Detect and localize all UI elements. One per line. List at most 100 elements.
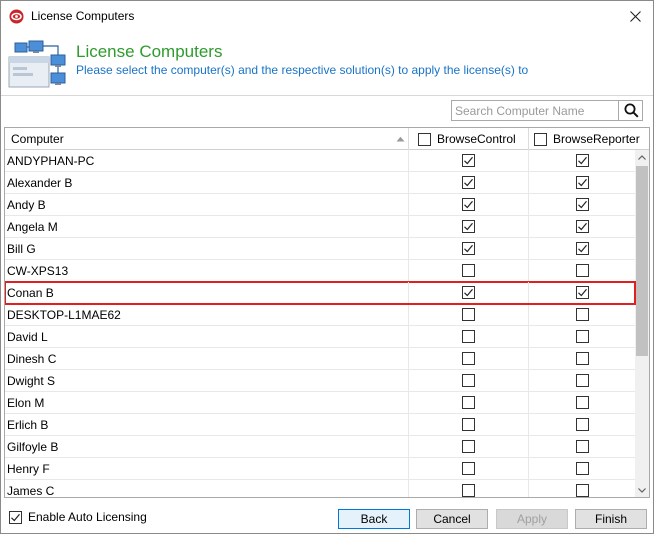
browsereporter-checkbox[interactable] bbox=[575, 352, 589, 365]
browsecontrol-cell bbox=[409, 370, 529, 391]
table-row[interactable]: DESKTOP-L1MAE62 bbox=[5, 304, 635, 326]
close-button[interactable] bbox=[618, 2, 652, 30]
search-input[interactable] bbox=[453, 102, 616, 119]
computer-name: ANDYPHAN-PC bbox=[5, 150, 409, 171]
browsecontrol-checkbox[interactable] bbox=[462, 198, 475, 211]
computer-name: Alexander B bbox=[5, 172, 409, 193]
browsereporter-checkbox[interactable] bbox=[575, 264, 589, 277]
browsecontrol-checkbox[interactable] bbox=[462, 220, 475, 233]
column-header-computer[interactable]: Computer bbox=[5, 128, 409, 150]
license-computers-dialog: License Computers License Computers Plea… bbox=[0, 0, 654, 534]
header-subtitle: Please select the computer(s) and the re… bbox=[76, 63, 529, 77]
browsereporter-cell bbox=[529, 458, 635, 479]
computer-name: James C bbox=[5, 480, 409, 497]
check-icon bbox=[577, 178, 587, 187]
column-label-computer: Computer bbox=[11, 132, 64, 146]
browsecontrol-checkbox[interactable] bbox=[462, 286, 475, 299]
scroll-thumb[interactable] bbox=[636, 166, 648, 356]
back-button[interactable]: Back bbox=[338, 509, 410, 529]
browsecontrol-checkbox[interactable] bbox=[462, 264, 475, 277]
column-header-browsereporter: BrowseReporter bbox=[529, 128, 649, 150]
browsereporter-checkbox[interactable] bbox=[575, 396, 589, 409]
browsereporter-checkbox[interactable] bbox=[575, 484, 589, 497]
chevron-up-icon bbox=[638, 154, 646, 160]
browsereporter-checkbox[interactable] bbox=[575, 286, 589, 299]
browsecontrol-cell bbox=[409, 304, 529, 325]
table-row[interactable]: Bill G bbox=[5, 238, 635, 260]
app-logo-icon bbox=[9, 9, 24, 24]
check-icon bbox=[464, 222, 473, 231]
browsereporter-checkbox[interactable] bbox=[575, 198, 589, 211]
table-row[interactable]: CW-XPS13 bbox=[5, 260, 635, 282]
check-icon bbox=[577, 288, 587, 297]
computer-name: CW-XPS13 bbox=[5, 260, 409, 281]
table-row[interactable]: Gilfoyle B bbox=[5, 436, 635, 458]
computer-name: Conan B bbox=[5, 282, 409, 303]
search-button[interactable] bbox=[618, 101, 643, 120]
table-row[interactable]: Dinesh C bbox=[5, 348, 635, 370]
check-icon bbox=[11, 513, 20, 521]
browsecontrol-checkbox[interactable] bbox=[462, 374, 475, 387]
browsecontrol-checkbox[interactable] bbox=[462, 484, 475, 497]
table-row[interactable]: Dwight S bbox=[5, 370, 635, 392]
check-icon bbox=[464, 156, 473, 165]
browsecontrol-cell bbox=[409, 436, 529, 457]
browsecontrol-checkbox[interactable] bbox=[462, 462, 475, 475]
column-header-browsecontrol: BrowseControl bbox=[409, 128, 529, 150]
auto-licensing-option[interactable]: Enable Auto Licensing bbox=[9, 510, 147, 524]
browsecontrol-checkbox[interactable] bbox=[462, 330, 475, 343]
computer-name: Andy B bbox=[5, 194, 409, 215]
table-row[interactable]: Andy B bbox=[5, 194, 635, 216]
browsecontrol-checkbox[interactable] bbox=[462, 352, 475, 365]
browsecontrol-checkbox[interactable] bbox=[462, 396, 475, 409]
grid-rows: ANDYPHAN-PC Alexander B Andy B Angela M Bill… bbox=[5, 150, 636, 497]
browsecontrol-cell bbox=[409, 326, 529, 347]
scroll-up-button[interactable] bbox=[635, 150, 649, 164]
table-row[interactable]: Henry F bbox=[5, 458, 635, 480]
browsecontrol-cell bbox=[409, 238, 529, 259]
auto-licensing-checkbox[interactable] bbox=[9, 510, 22, 524]
table-row[interactable]: Angela M bbox=[5, 216, 635, 238]
window-title: License Computers bbox=[31, 9, 135, 23]
scroll-down-button[interactable] bbox=[635, 483, 649, 497]
table-row[interactable]: David L bbox=[5, 326, 635, 348]
browsecontrol-checkbox[interactable] bbox=[462, 176, 475, 189]
browsereporter-checkbox[interactable] bbox=[575, 220, 589, 233]
browsecontrol-checkbox[interactable] bbox=[462, 308, 475, 321]
browsereporter-checkbox[interactable] bbox=[575, 462, 589, 475]
browsecontrol-checkbox[interactable] bbox=[462, 242, 475, 255]
browsereporter-cell bbox=[529, 172, 635, 193]
browsereporter-checkbox[interactable] bbox=[575, 308, 589, 321]
browsereporter-checkbox[interactable] bbox=[575, 440, 589, 453]
browsereporter-checkbox[interactable] bbox=[575, 374, 589, 387]
browsereporter-checkbox[interactable] bbox=[575, 418, 589, 431]
cancel-button[interactable]: Cancel bbox=[416, 509, 488, 529]
table-row[interactable]: ANDYPHAN-PC bbox=[5, 150, 635, 172]
browsereporter-checkbox[interactable] bbox=[575, 176, 589, 189]
vertical-scrollbar[interactable] bbox=[635, 150, 649, 497]
browsereporter-checkbox[interactable] bbox=[575, 154, 589, 167]
close-icon bbox=[629, 10, 641, 22]
finish-button[interactable]: Finish bbox=[575, 509, 647, 529]
browsecontrol-checkbox[interactable] bbox=[462, 418, 475, 431]
computer-name: Dinesh C bbox=[5, 348, 409, 369]
browsereporter-cell bbox=[529, 260, 635, 281]
apply-button[interactable]: Apply bbox=[496, 509, 568, 529]
table-row[interactable]: Alexander B bbox=[5, 172, 635, 194]
browsecontrol-cell bbox=[409, 480, 529, 497]
check-icon bbox=[577, 244, 587, 253]
browsecontrol-checkbox[interactable] bbox=[462, 154, 475, 167]
table-row[interactable]: James C bbox=[5, 480, 635, 497]
select-all-browsecontrol-checkbox[interactable] bbox=[418, 132, 431, 146]
browsecontrol-checkbox[interactable] bbox=[462, 440, 475, 453]
select-all-browsereporter-checkbox[interactable] bbox=[534, 132, 547, 146]
browsereporter-checkbox[interactable] bbox=[575, 242, 589, 255]
sort-up-icon bbox=[396, 136, 405, 142]
table-row[interactable]: Elon M bbox=[5, 392, 635, 414]
browsecontrol-cell bbox=[409, 392, 529, 413]
table-row[interactable]: Erlich B bbox=[5, 414, 635, 436]
computer-name: DESKTOP-L1MAE62 bbox=[5, 304, 409, 325]
browsecontrol-cell bbox=[409, 348, 529, 369]
table-row[interactable]: Conan B bbox=[5, 281, 636, 305]
browsereporter-checkbox[interactable] bbox=[575, 330, 589, 343]
